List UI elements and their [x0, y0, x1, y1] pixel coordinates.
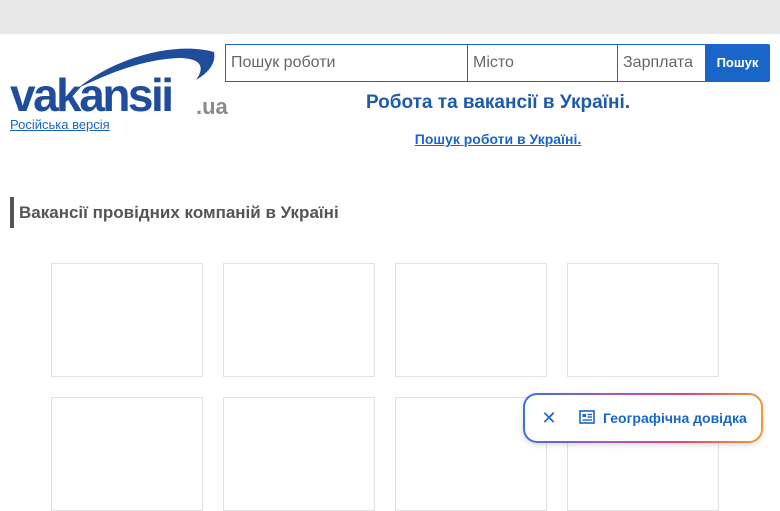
- logo-tld: .ua: [196, 94, 228, 119]
- geo-reference-label: Географічна довідка: [603, 410, 747, 426]
- logo-wordmark: vakansii: [10, 69, 174, 121]
- newspaper-icon: [579, 410, 595, 429]
- search-button[interactable]: Пошук: [705, 44, 770, 82]
- company-card[interactable]: [223, 263, 375, 377]
- company-card[interactable]: [567, 263, 719, 377]
- close-icon[interactable]: ✕: [539, 407, 559, 429]
- job-search-ukraine-link: Пошук роботи в Україні.: [226, 131, 770, 147]
- job-search-ukraine-link-text[interactable]: Пошук роботи в Україні.: [415, 131, 581, 147]
- company-card[interactable]: [51, 263, 203, 377]
- russian-version-link[interactable]: Російська версія: [10, 117, 110, 132]
- job-search-input[interactable]: Пошук роботи: [225, 44, 469, 82]
- company-card[interactable]: [395, 263, 547, 377]
- salary-input[interactable]: Зарплата: [617, 44, 706, 82]
- page-headline: Робота та вакансії в Україні.: [365, 92, 631, 113]
- geo-reference-pill[interactable]: ✕ Географічна довідка: [523, 393, 763, 443]
- browser-top-strip: [0, 0, 780, 34]
- company-card[interactable]: [51, 397, 203, 511]
- section-title: Вакансії провідних компаній в Україні: [10, 197, 339, 228]
- city-input[interactable]: Місто: [467, 44, 618, 82]
- site-logo[interactable]: vakansii .ua: [10, 44, 228, 121]
- company-card[interactable]: [223, 397, 375, 511]
